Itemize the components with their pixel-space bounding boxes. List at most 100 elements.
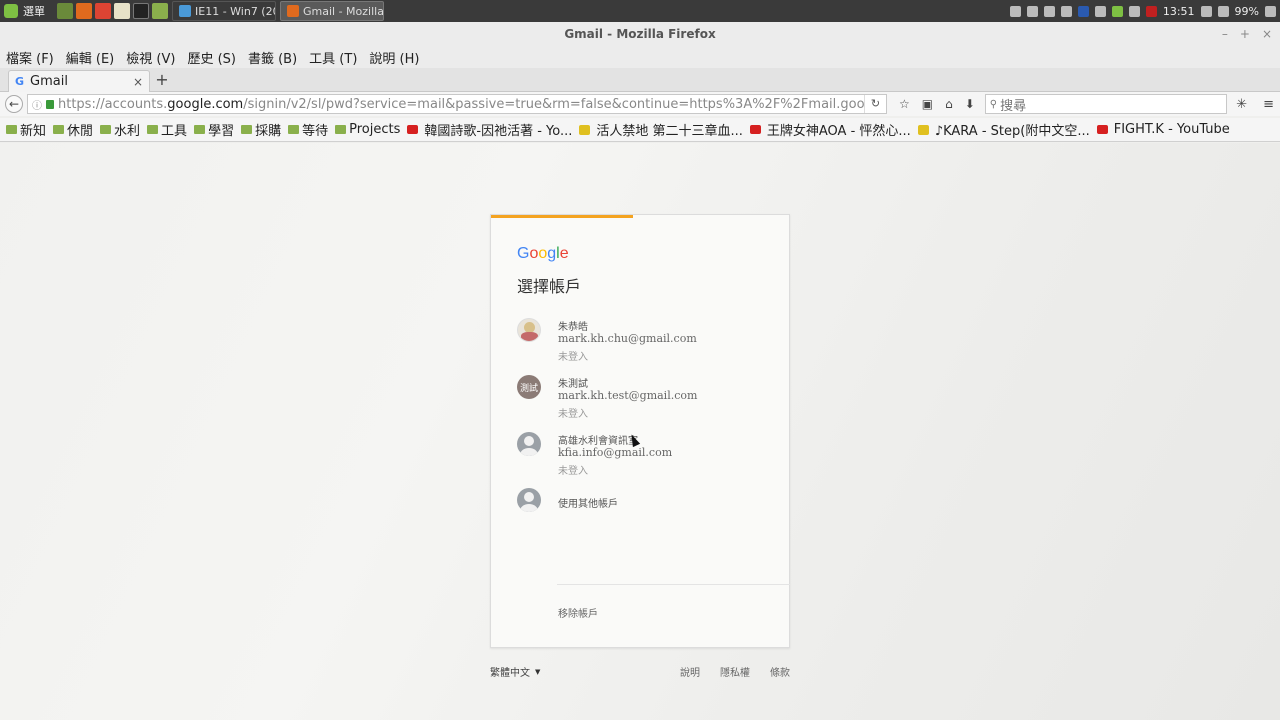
privacy-link[interactable]: 隱私權	[720, 664, 750, 679]
account-status: 未登入	[558, 352, 588, 363]
close-window-button[interactable]: ×	[1262, 27, 1272, 41]
show-desktop-icon[interactable]	[57, 3, 73, 19]
use-other-account-label: 使用其他帳戶	[558, 499, 618, 510]
account-email: mark.kh.chu@gmail.com	[558, 332, 697, 345]
chrome-launcher-icon[interactable]	[95, 3, 111, 19]
menu-edit[interactable]: 編輯 (E)	[66, 48, 115, 67]
bookmark-star-icon[interactable]: ☆	[899, 97, 910, 111]
reload-icon[interactable]: ↻	[864, 95, 886, 113]
flag-icon[interactable]	[1077, 5, 1089, 17]
bookmark-label: 等待	[302, 124, 329, 139]
divider	[557, 584, 790, 585]
keyboard-icon[interactable]	[1094, 5, 1106, 17]
taskbar-task-firefox[interactable]: Gmail - Mozilla...	[280, 1, 384, 21]
bookmark-link[interactable]: 活人禁地 第二十三章血...	[579, 120, 743, 139]
taskbar-task-ie11[interactable]: IE11 - Win7 (20...	[172, 1, 276, 21]
site-favicon-icon	[917, 124, 929, 135]
bookmark-folder[interactable]: 學習	[194, 120, 234, 139]
notification-icon[interactable]	[1265, 5, 1276, 17]
desktop-taskbar: 選單 IE11 - Win7 (20... Gmail - Mozilla...…	[0, 0, 1280, 22]
terms-link[interactable]: 條款	[770, 664, 790, 679]
menu-view[interactable]: 檢視 (V)	[126, 48, 175, 67]
menu-tools[interactable]: 工具 (T)	[309, 48, 357, 67]
start-menu-button[interactable]: 選單	[0, 0, 51, 22]
shield-icon[interactable]	[1060, 5, 1072, 17]
tab-gmail[interactable]: G Gmail ×	[8, 70, 150, 92]
maximize-button[interactable]: +	[1240, 27, 1250, 41]
terminal-launcher-icon[interactable]	[133, 3, 149, 19]
bookmark-label: 採購	[255, 124, 282, 139]
extension-icon[interactable]: ✳	[1236, 97, 1247, 112]
display-icon[interactable]	[1128, 5, 1140, 17]
dropdown-caret-icon: ▼	[535, 667, 541, 676]
wifi-icon[interactable]	[1200, 5, 1212, 17]
account-item[interactable]: 高雄水利會資訊室 kfia.info@gmail.com 未登入	[517, 432, 777, 480]
search-placeholder: 搜尋	[1000, 98, 1027, 114]
virtualbox-icon	[179, 5, 191, 17]
task-label: Gmail - Mozilla...	[303, 4, 384, 18]
bookmark-link[interactable]: 韓國詩歌-因祂活著 - Yo...	[407, 120, 572, 139]
folder-icon	[6, 125, 17, 134]
site-info-icon[interactable]: ⓘ	[32, 97, 42, 112]
user-icon[interactable]	[1217, 5, 1229, 17]
task-label: IE11 - Win7 (20...	[195, 4, 275, 18]
bookmark-label: Projects	[349, 122, 401, 137]
home-icon[interactable]: ⌂	[945, 97, 953, 111]
bookmark-folder[interactable]: Projects	[335, 122, 400, 137]
bookmark-folder[interactable]: 工具	[147, 120, 187, 139]
bookmark-folder[interactable]: 休閒	[53, 120, 93, 139]
menu-file[interactable]: 檔案 (F)	[6, 48, 54, 67]
bookmark-link[interactable]: FIGHT.K - YouTube	[1096, 122, 1230, 137]
help-link[interactable]: 說明	[680, 664, 700, 679]
menu-help[interactable]: 說明 (H)	[369, 48, 419, 67]
language-selector[interactable]: 繁體中文 ▼	[490, 664, 541, 680]
start-menu-label: 選單	[23, 5, 45, 18]
record-icon[interactable]	[1145, 5, 1157, 17]
url-bar[interactable]: ⓘ https://accounts. google.com/signin/v2/…	[27, 94, 887, 114]
search-bar[interactable]: ⚲ 搜尋	[984, 94, 1227, 114]
update-icon[interactable]	[1111, 5, 1123, 17]
close-tab-icon[interactable]: ×	[133, 75, 143, 89]
bluetooth-icon[interactable]	[1009, 5, 1021, 17]
remove-account-link[interactable]: 移除帳戶	[558, 605, 598, 620]
new-tab-button[interactable]: +	[154, 70, 170, 89]
avatar-initials: 測試	[517, 375, 541, 399]
google-favicon-icon: G	[15, 75, 25, 88]
account-email: mark.kh.test@gmail.com	[558, 389, 698, 402]
folder-icon	[53, 125, 65, 134]
bookmark-folder[interactable]: 等待	[288, 120, 328, 139]
tab-label: Gmail	[30, 74, 68, 89]
page-content: Google 選擇帳戶 朱恭皓 mark.kh.chu@gmail.com 未登…	[0, 143, 1280, 720]
clipboard-icon[interactable]: ▣	[922, 97, 933, 111]
bookmark-label: ♪KARA - Step(附中文空...	[934, 124, 1090, 139]
volume-icon[interactable]	[1026, 5, 1038, 17]
bookmark-folder[interactable]: 新知	[6, 120, 46, 139]
minimize-button[interactable]: –	[1222, 27, 1228, 41]
bookmark-link[interactable]: ♪KARA - Step(附中文空...	[917, 120, 1090, 139]
bookmark-folder[interactable]: 採購	[241, 120, 281, 139]
menu-history[interactable]: 歷史 (S)	[187, 48, 236, 67]
account-item[interactable]: 朱恭皓 mark.kh.chu@gmail.com 未登入	[517, 318, 777, 366]
firefox-launcher-icon[interactable]	[76, 3, 92, 19]
account-item[interactable]: 測試 朱測試 mark.kh.test@gmail.com 未登入	[517, 375, 777, 423]
hamburger-menu-icon[interactable]: ≡	[1263, 97, 1274, 112]
bookmark-folder[interactable]: 水利	[100, 120, 140, 139]
progress-bar	[491, 215, 633, 218]
folder-icon	[241, 125, 253, 134]
url-path: /signin/v2/sl/pwd?service=mail&passive=t…	[243, 96, 887, 112]
use-other-account-button[interactable]: 使用其他帳戶	[517, 488, 777, 536]
clock[interactable]: 13:51	[1163, 5, 1195, 18]
bookmark-label: 韓國詩歌-因祂活著 - Yo...	[424, 124, 573, 139]
back-button[interactable]: ←	[5, 95, 23, 113]
account-name: 朱恭皓	[558, 322, 588, 333]
google-logo: Google	[517, 245, 569, 262]
battery-level[interactable]: 99%	[1235, 5, 1259, 18]
download-icon[interactable]: ⬇	[965, 97, 975, 111]
menu-bar: 檔案 (F) 編輯 (E) 檢視 (V) 歷史 (S) 書籤 (B) 工具 (T…	[0, 46, 1280, 68]
bookmark-link[interactable]: 王牌女神AOA - 怦然心...	[749, 120, 911, 139]
menu-bookmarks[interactable]: 書籤 (B)	[248, 48, 297, 67]
text-editor-launcher-icon[interactable]	[114, 3, 130, 19]
account-chooser-card: Google 選擇帳戶 朱恭皓 mark.kh.chu@gmail.com 未登…	[490, 214, 790, 648]
file-manager-launcher-icon[interactable]	[152, 3, 168, 19]
clipboard-icon[interactable]	[1043, 5, 1055, 17]
